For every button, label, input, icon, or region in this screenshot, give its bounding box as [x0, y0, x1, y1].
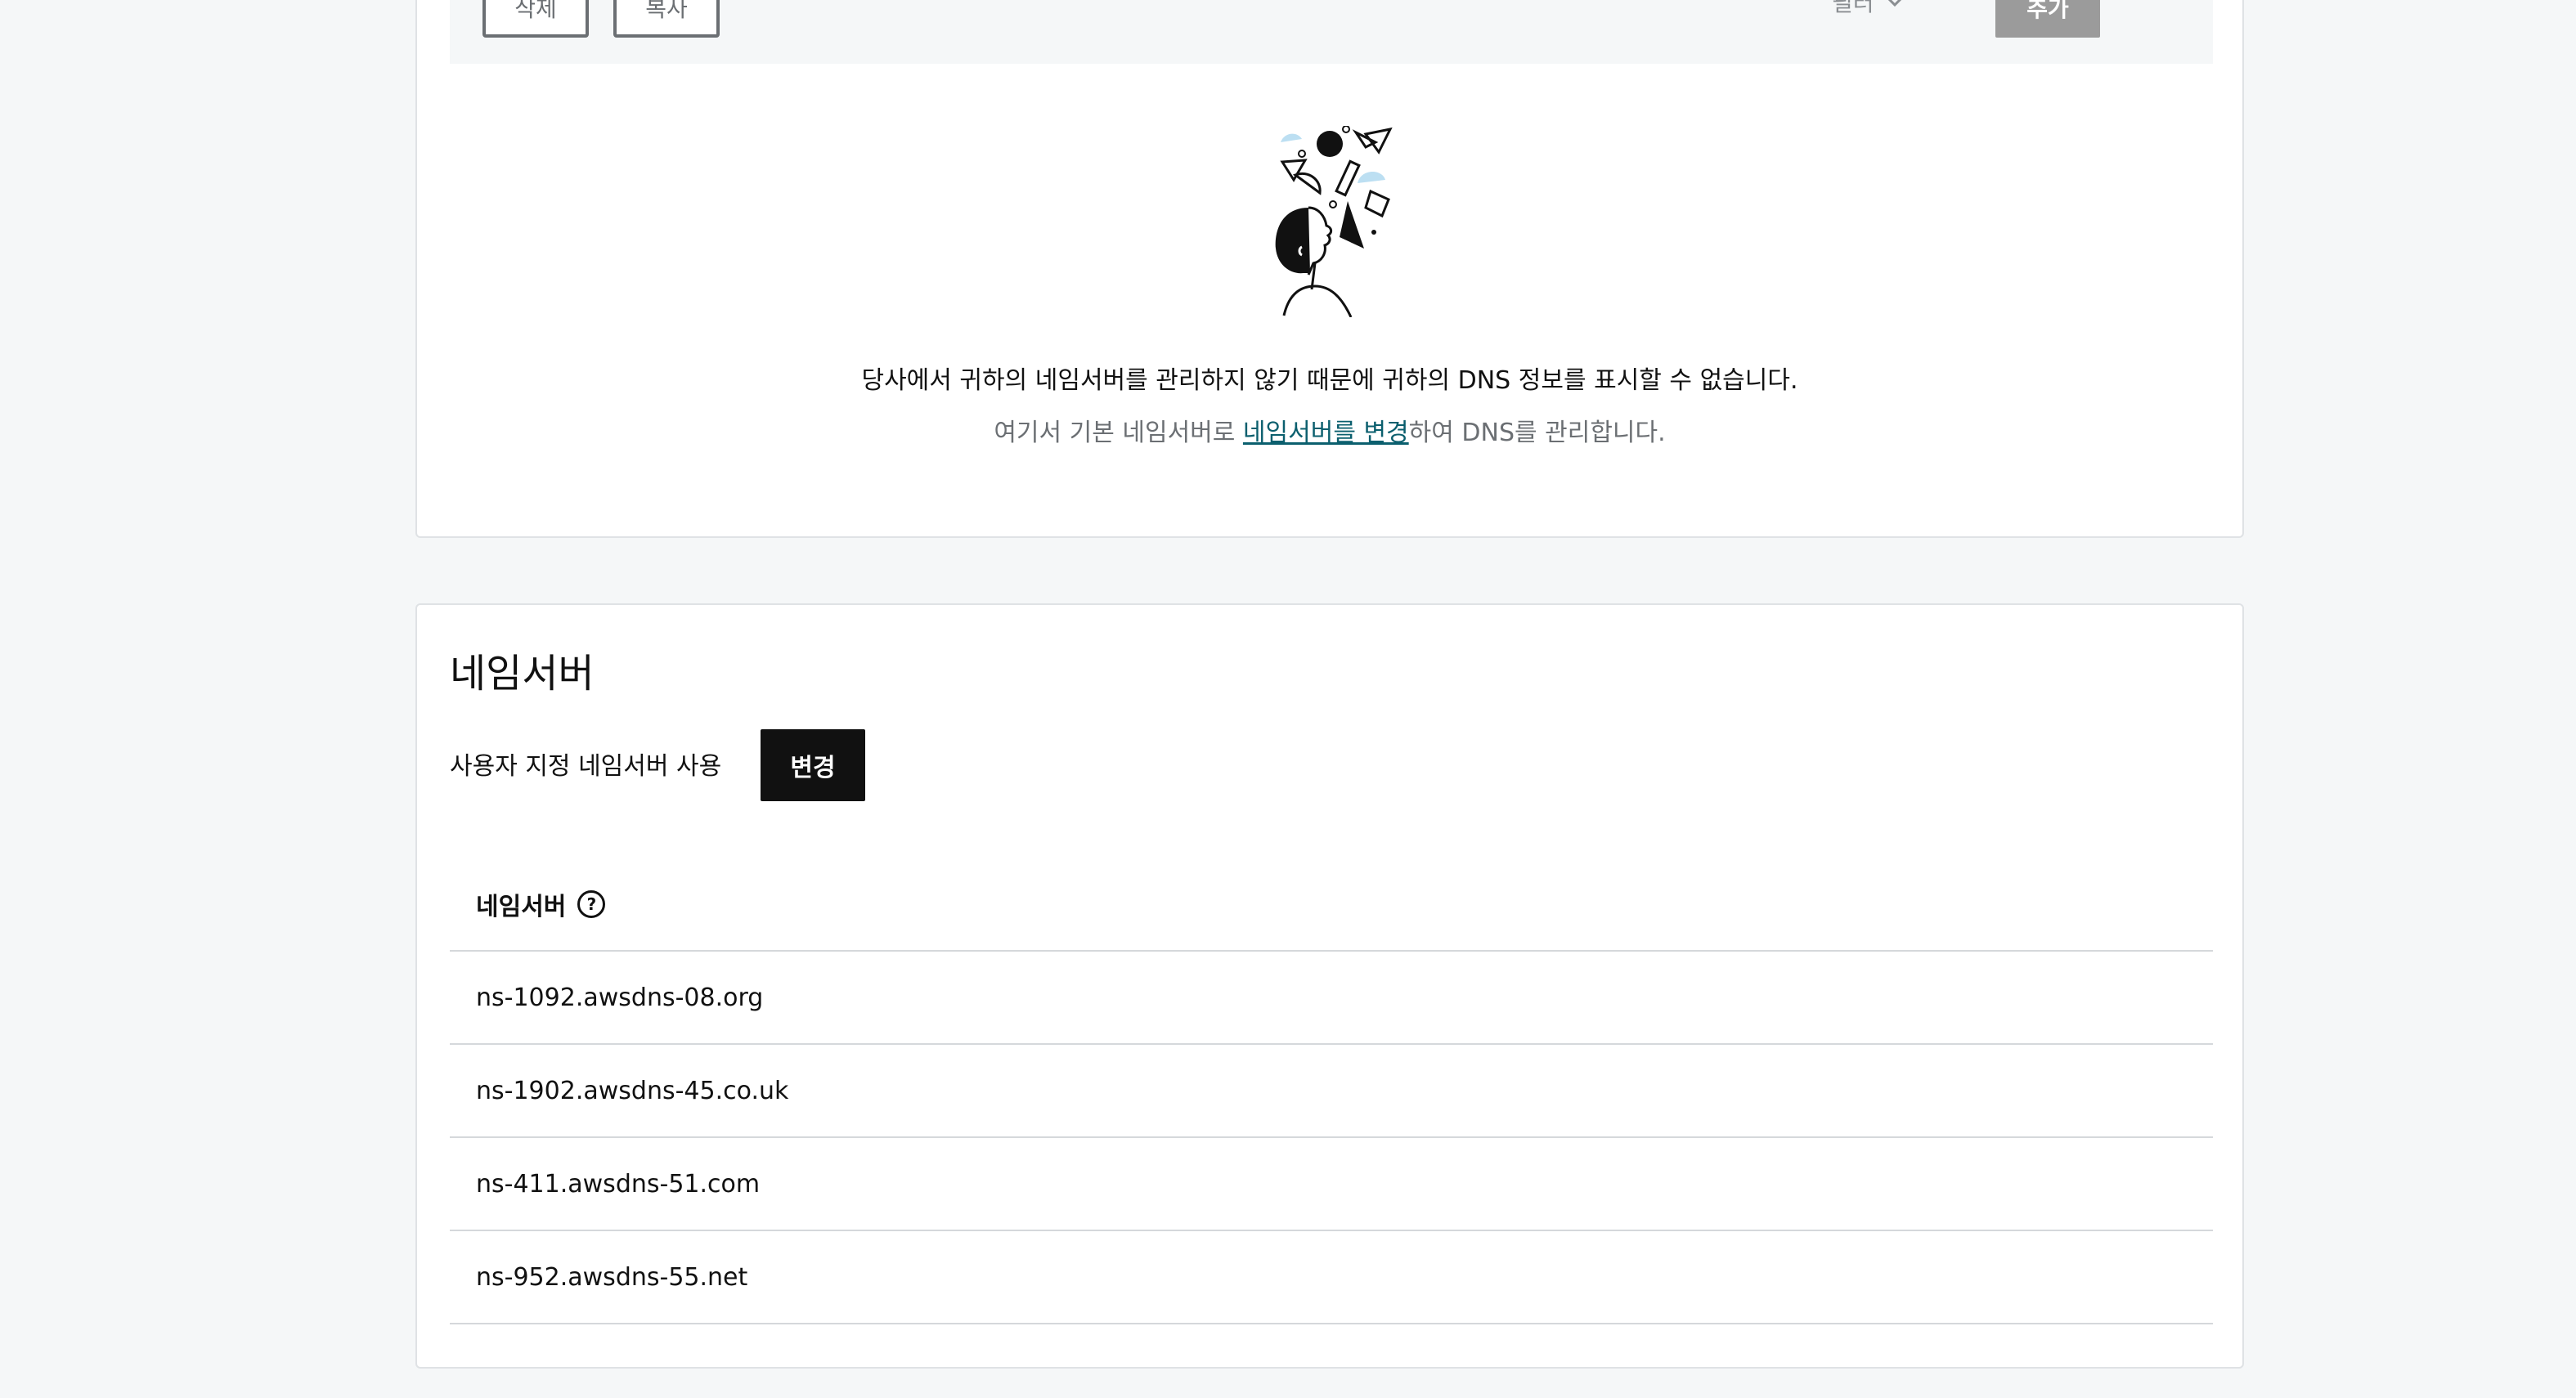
dns-records-card: 삭제 복사 필터 추가 ··· 당사에서 귀하의 네임서버를 관리하지 않기 때…: [415, 0, 2244, 538]
filter-label: 필터: [1832, 0, 1874, 16]
nameservers-table: 네임서버 ? ns-1092.awsdns-08.org ns-1902.aws…: [450, 858, 2213, 1324]
add-button[interactable]: 추가: [1995, 0, 2100, 38]
empty-state-illustration: [1275, 126, 1393, 317]
copy-button[interactable]: 복사: [613, 0, 720, 38]
table-row: ns-1092.awsdns-08.org: [450, 952, 2213, 1045]
filter-dropdown[interactable]: 필터: [1832, 0, 1904, 18]
nameserver-value: ns-1092.awsdns-08.org: [476, 983, 764, 1012]
table-header: 네임서버 ?: [450, 858, 2213, 952]
nameserver-value: ns-952.awsdns-55.net: [476, 1262, 748, 1292]
question-circle-icon[interactable]: ?: [577, 890, 606, 918]
more-options-icon[interactable]: ···: [2134, 0, 2170, 15]
nameservers-card: 네임서버 사용자 지정 네임서버 사용 변경 네임서버 ? ns-1092.aw…: [415, 603, 2244, 1369]
nameserver-type-label: 사용자 지정 네임서버 사용: [450, 752, 722, 781]
records-toolbar: 삭제 복사 필터 추가 ···: [450, 0, 2213, 64]
change-nameservers-link[interactable]: 네임서버를 변경: [1243, 419, 1409, 447]
hint-prefix: 여기서 기본 네임서버로: [994, 419, 1243, 447]
delete-button[interactable]: 삭제: [482, 0, 589, 38]
empty-state-hint: 여기서 기본 네임서버로 네임서버를 변경하여 DNS를 관리합니다.: [417, 412, 2242, 448]
chevron-down-icon: [1887, 0, 1901, 7]
change-button[interactable]: 변경: [761, 729, 865, 801]
table-row: ns-1902.awsdns-45.co.uk: [450, 1045, 2213, 1138]
section-title: 네임서버: [450, 651, 595, 697]
table-row: ns-411.awsdns-51.com: [450, 1138, 2213, 1231]
nameserver-value: ns-1902.awsdns-45.co.uk: [476, 1076, 789, 1105]
nameserver-value: ns-411.awsdns-51.com: [476, 1169, 761, 1199]
hint-suffix: 하여 DNS를 관리합니다.: [1408, 419, 1666, 447]
column-header-nameserver: 네임서버: [476, 893, 567, 921]
empty-state-message: 당사에서 귀하의 네임서버를 관리하지 않기 때문에 귀하의 DNS 정보를 표…: [861, 366, 1798, 395]
table-row: ns-952.awsdns-55.net: [450, 1231, 2213, 1324]
